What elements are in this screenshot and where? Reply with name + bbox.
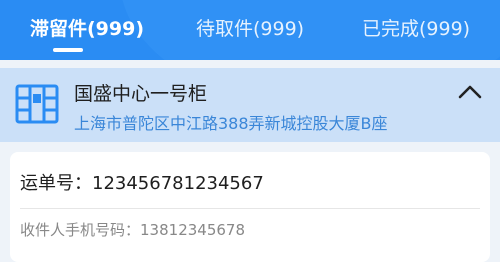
- phone-number: 13812345678: [140, 221, 245, 239]
- parcel-card[interactable]: 运单号：123456781234567 收件人手机号码：13812345678: [10, 152, 490, 262]
- tab-stranded[interactable]: 滞留件(999): [30, 14, 144, 41]
- tab-awaiting-pickup[interactable]: 待取件(999): [196, 14, 304, 41]
- recipient-phone-line: 收件人手机号码：13812345678: [20, 219, 245, 240]
- chevron-up-icon[interactable]: [452, 80, 488, 104]
- locker-address: 上海市普陀区中江路388弄新城控股大厦B座: [74, 114, 388, 133]
- active-tab-indicator: [53, 48, 83, 52]
- locker-cabinet-icon: [15, 84, 59, 124]
- phone-label: 收件人手机号码：: [20, 221, 141, 239]
- tab-bar: 滞留件(999) 待取件(999) 已完成(999): [0, 0, 500, 60]
- waybill-label: 运单号：: [20, 173, 92, 194]
- locker-header[interactable]: 国盛中心一号柜 上海市普陀区中江路388弄新城控股大厦B座: [0, 68, 500, 142]
- tab-completed[interactable]: 已完成(999): [362, 14, 470, 41]
- locker-name: 国盛中心一号柜: [74, 83, 208, 105]
- card-divider: [20, 208, 480, 209]
- waybill-number: 123456781234567: [92, 173, 264, 194]
- waybill-line: 运单号：123456781234567: [20, 169, 264, 195]
